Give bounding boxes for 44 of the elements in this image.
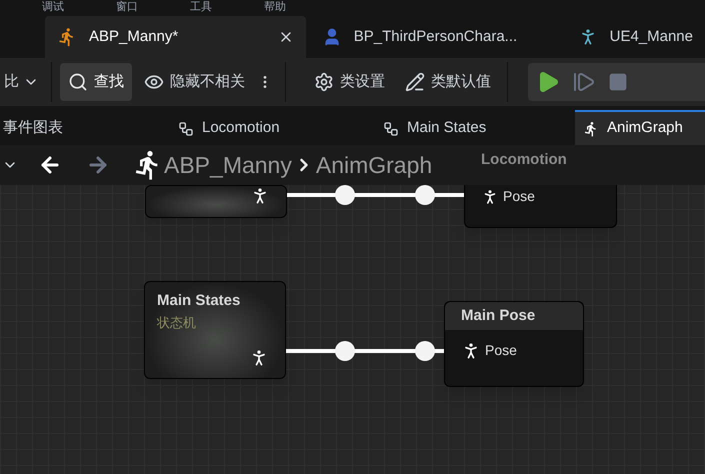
breadcrumb-item[interactable]: ABP_Manny — [164, 148, 292, 182]
menu-item[interactable]: 调试 — [42, 1, 64, 13]
pose-node[interactable]: Main Pose Pose — [444, 301, 584, 387]
document-tab[interactable]: ABP_Manny* — [45, 16, 306, 58]
document-tab[interactable]: BP_ThirdPersonChara... — [310, 16, 562, 58]
graph-tab[interactable]: Main States — [375, 110, 575, 145]
pin-label: Pose — [485, 341, 517, 360]
tab-label: ABP_Manny* — [89, 26, 178, 47]
menu-item[interactable]: 窗口 — [116, 1, 138, 13]
node-title: Main States — [157, 291, 242, 311]
breadcrumb-item[interactable]: AnimGraph — [316, 148, 432, 182]
toolbar-button[interactable]: 查找 — [60, 63, 132, 101]
tab-label: BP_ThirdPersonChara... — [354, 26, 518, 47]
state-machine-node[interactable] — [145, 185, 287, 218]
graph-tab[interactable]: 事件图表 — [0, 110, 170, 145]
pose-node[interactable]: Pose — [464, 185, 617, 228]
pencil-icon — [405, 72, 425, 92]
graph-icon — [383, 120, 399, 136]
menu-item[interactable]: 帮助 — [264, 1, 286, 13]
graph-canvas[interactable]: Locomotion Pose Main States 状态机 Main Pose Pose ABP_Manny AnimGraph — [0, 145, 705, 474]
reroute-knot[interactable] — [335, 185, 355, 205]
reroute-knot[interactable] — [415, 341, 435, 361]
node-title: Locomotion — [481, 150, 567, 170]
toolbar-button[interactable]: 隐藏不相关 — [136, 63, 253, 101]
graph-icon — [178, 120, 194, 136]
wire[interactable] — [285, 193, 466, 197]
stop-icon[interactable] — [608, 72, 628, 92]
pin-label: Pose — [503, 187, 535, 206]
diff-dropdown[interactable]: 比 — [0, 70, 51, 94]
tab-label: UE4_Manne — [610, 26, 693, 47]
state-machine-node[interactable]: Main States 状态机 — [144, 281, 286, 379]
reroute-knot[interactable] — [335, 341, 355, 361]
graph-tab[interactable]: AnimGraph — [575, 110, 705, 145]
toolbar-button[interactable]: 类默认值 — [397, 63, 499, 101]
graph-tab[interactable]: Locomotion — [170, 110, 375, 145]
node-title: Main Pose — [461, 306, 536, 326]
search-icon — [68, 72, 88, 92]
node-subtitle: 状态机 — [157, 314, 197, 332]
menu-item[interactable]: 工具 — [190, 1, 212, 13]
reroute-knot[interactable] — [415, 185, 435, 205]
document-tab[interactable]: UE4_Manne — [566, 16, 705, 58]
step-icon[interactable] — [572, 70, 596, 94]
settings-icon — [314, 72, 334, 92]
toolbar-button[interactable]: 类设置 — [306, 63, 393, 101]
